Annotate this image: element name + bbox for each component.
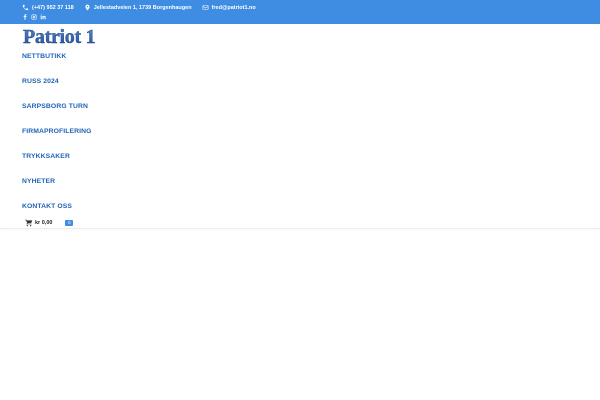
email-text: fred@patriot1.no: [211, 4, 256, 11]
address-text: Jellestadveien 1, 1739 Borgenhaugen: [93, 4, 192, 11]
linkedin-icon: [40, 14, 46, 19]
nav-item-nettbutikk[interactable]: NETTBUTIKK: [22, 44, 222, 69]
phone-link[interactable]: (+47) 952 37 118: [22, 4, 74, 11]
linkedin-link[interactable]: [40, 13, 46, 20]
patriot1-logo: Patriot 1: [23, 26, 96, 48]
instagram-link[interactable]: [31, 13, 37, 20]
logo-text: Patriot 1: [23, 26, 95, 46]
facebook-icon: [23, 13, 27, 20]
phone-icon: [22, 4, 29, 11]
email-link[interactable]: fred@patriot1.no: [202, 4, 256, 11]
cart-total: kr 0,00: [35, 220, 53, 226]
site-logo[interactable]: Patriot 1: [22, 25, 110, 48]
social-links: [22, 12, 49, 21]
facebook-link[interactable]: [22, 13, 28, 20]
phone-number: (+47) 952 37 118: [32, 4, 74, 11]
contact-info: (+47) 952 37 118 Jellestadveien 1, 1739 …: [22, 3, 266, 12]
nav-item-sarpsborg-turn[interactable]: SARPSBORG TURN: [22, 94, 222, 119]
address-info: Jellestadveien 1, 1739 Borgenhaugen: [84, 4, 192, 11]
instagram-icon: [31, 14, 37, 19]
header-divider: [0, 228, 600, 229]
map-pin-icon: [85, 4, 90, 11]
cart-icon: [25, 219, 33, 227]
nav-item-firmaprofilering[interactable]: FIRMAPROFILERING: [22, 119, 222, 144]
nav-item-kontakt-oss[interactable]: KONTAKT OSS: [22, 194, 222, 219]
nav-item-nyheter[interactable]: NYHETER: [22, 169, 222, 194]
top-bar: (+47) 952 37 118 Jellestadveien 1, 1739 …: [0, 0, 600, 24]
main-navigation: NETTBUTIKK RUSS 2024 SARPSBORG TURN FIRM…: [22, 44, 222, 219]
cart-link[interactable]: kr 0,00 0: [25, 218, 74, 228]
envelope-icon: [202, 5, 208, 10]
cart-count-badge: 0: [65, 220, 74, 226]
nav-item-trykksaker[interactable]: TRYKKSAKER: [22, 144, 222, 169]
nav-item-russ-2024[interactable]: RUSS 2024: [22, 69, 222, 94]
